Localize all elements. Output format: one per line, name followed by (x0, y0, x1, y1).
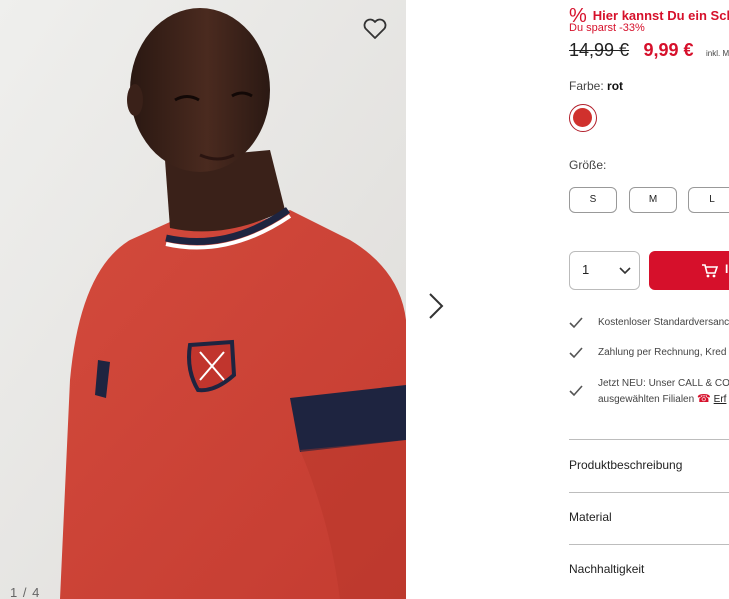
quantity-select[interactable]: 1 (569, 251, 640, 290)
checkmark-icon (569, 317, 583, 329)
divider (569, 544, 729, 545)
usp-text-line2-wrap: ausgewählten Filialen ☎ Erf (598, 392, 726, 407)
old-price: 14,99 € (569, 40, 630, 60)
tax-note: inkl. M (706, 49, 729, 58)
chevron-down-icon (619, 267, 631, 275)
sale-price: 9,99 € (643, 40, 694, 60)
image-counter: 1 / 4 (10, 585, 41, 599)
accordion-material[interactable]: Material (569, 510, 612, 524)
usp-link[interactable]: Erf (714, 394, 727, 405)
add-to-cart-button[interactable]: I (649, 251, 729, 290)
size-button-s[interactable]: S (569, 187, 617, 213)
price-row: 14,99 € 9,99 € inkl. M (569, 40, 729, 61)
accordion-product-description[interactable]: Produktbeschreibung (569, 458, 682, 472)
cart-icon (702, 264, 719, 278)
size-label: Größe: (569, 158, 607, 172)
usp-text-line2: ausgewählten Filialen (598, 394, 695, 405)
product-image[interactable]: 1 / 4 (0, 0, 406, 599)
chevron-right-icon[interactable] (424, 290, 448, 322)
size-button-m[interactable]: M (629, 187, 677, 213)
accordion-sustainability[interactable]: Nachhaltigkeit (569, 562, 644, 576)
divider (569, 492, 729, 493)
wishlist-heart-icon[interactable] (361, 15, 389, 43)
usp-text-line1: Jetzt NEU: Unser CALL & CO (598, 378, 729, 389)
color-value: rot (607, 79, 624, 93)
usp-text: Kostenloser Standardversanc (598, 317, 729, 328)
size-button-l[interactable]: L (688, 187, 729, 213)
add-to-cart-label: I (725, 262, 729, 276)
color-swatch-red[interactable] (569, 104, 597, 132)
divider (569, 439, 729, 440)
usp-text: Zahlung per Rechnung, Kred (598, 347, 727, 358)
promo-title: Hier kannst Du ein Schnä (592, 8, 729, 23)
color-label: Farbe: rot (569, 79, 623, 93)
swatch-fill (573, 108, 592, 127)
checkmark-icon (569, 385, 583, 397)
color-label-text: Farbe: (569, 79, 604, 93)
quantity-value: 1 (582, 262, 590, 277)
promo-savings: Du sparst -33% (569, 22, 645, 34)
product-photo-illustration (0, 0, 406, 599)
phone-icon: ☎ (696, 393, 711, 405)
checkmark-icon (569, 347, 583, 359)
